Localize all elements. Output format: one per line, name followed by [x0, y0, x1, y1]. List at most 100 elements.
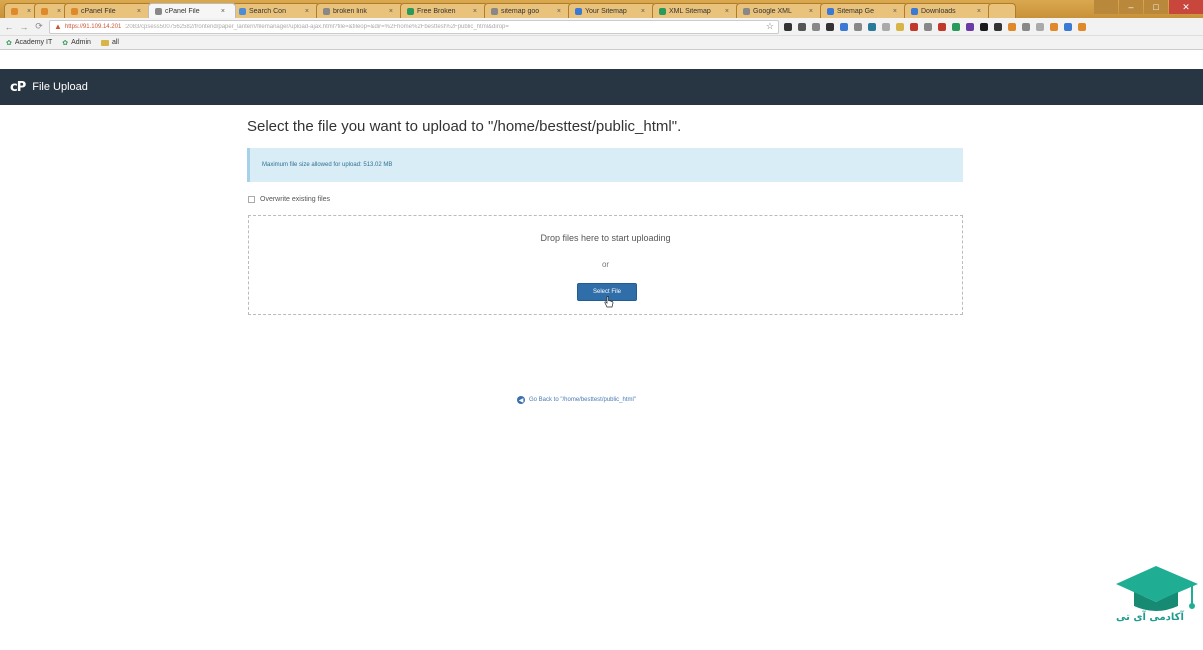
- address-bar: ← → ⟳ ▲ https://91.109.14.201 :2083/cpse…: [0, 18, 1203, 36]
- browser-tab[interactable]: XML Sitemap ×: [652, 3, 740, 18]
- tab-close-icon[interactable]: ×: [305, 8, 309, 15]
- browser-tab-strip: × × cPanel File × cPanel File × Search Con × bro…: [0, 0, 1203, 18]
- extension-icon[interactable]: [798, 22, 806, 31]
- browser-tab[interactable]: cPanel File ×: [64, 3, 152, 18]
- extension-icon[interactable]: [952, 22, 960, 31]
- tab-favicon-icon: [41, 7, 48, 15]
- tab-close-icon[interactable]: ×: [221, 8, 225, 15]
- extension-icon[interactable]: [784, 22, 792, 31]
- bookmark-admin[interactable]: ✿ Admin: [62, 39, 91, 47]
- browser-tab[interactable]: Sitemap Ge ×: [820, 3, 908, 18]
- url-input[interactable]: ▲ https://91.109.14.201 :2083/cpsess5007…: [49, 19, 779, 34]
- bookmark-academy-it[interactable]: ✿ Academy IT: [6, 39, 52, 47]
- browser-tab[interactable]: Free Broken ×: [400, 3, 488, 18]
- watermark-text: آکادمی آی تی: [1116, 612, 1184, 623]
- overwrite-label: Overwrite existing files: [260, 196, 331, 203]
- extension-icon[interactable]: [1022, 22, 1030, 31]
- forward-arrow-icon[interactable]: →: [19, 22, 29, 32]
- tab-label: cPanel File: [81, 7, 116, 15]
- close-window-button[interactable]: ✕: [1169, 0, 1203, 14]
- extension-icon[interactable]: [1064, 22, 1072, 31]
- tab-favicon-icon: [659, 7, 666, 15]
- tab-close-icon[interactable]: ×: [137, 8, 141, 15]
- tab-close-icon[interactable]: ×: [641, 8, 645, 15]
- extension-icon[interactable]: [854, 22, 862, 31]
- tab-favicon-icon: [239, 7, 246, 15]
- file-drop-zone[interactable]: Drop files here to start uploading or Se…: [248, 215, 963, 315]
- tab-close-icon[interactable]: ×: [473, 8, 477, 15]
- tab-favicon-icon: [575, 7, 582, 15]
- extension-icon[interactable]: [910, 22, 918, 31]
- extension-icon[interactable]: [840, 22, 848, 31]
- browser-tab[interactable]: ×: [34, 3, 68, 18]
- bookmark-star-icon[interactable]: ☆: [766, 21, 774, 32]
- tab-close-icon[interactable]: ×: [557, 8, 561, 15]
- reload-icon[interactable]: ⟳: [34, 21, 44, 32]
- browser-tab[interactable]: cPanel File ×: [148, 3, 236, 18]
- browser-tab[interactable]: ×: [4, 3, 38, 18]
- url-host: https://91.109.14.201: [64, 23, 122, 30]
- max-file-size-alert: Maximum file size allowed for upload: 51…: [247, 148, 963, 182]
- extension-icon[interactable]: [1036, 22, 1044, 31]
- browser-tab[interactable]: Downloads ×: [904, 3, 992, 18]
- browser-tab[interactable]: broken link ×: [316, 3, 404, 18]
- extension-icon[interactable]: [1078, 22, 1086, 31]
- extension-icon[interactable]: [812, 22, 820, 31]
- tab-close-icon[interactable]: ×: [389, 8, 393, 15]
- minimize-button[interactable]: –: [1119, 0, 1143, 14]
- extension-icon[interactable]: [826, 22, 834, 31]
- tab-label: Sitemap Ge: [837, 7, 874, 15]
- extension-icon[interactable]: [882, 22, 890, 31]
- user-profile-button[interactable]: [1094, 0, 1118, 14]
- extension-icon[interactable]: [896, 22, 904, 31]
- tab-label: Search Con: [249, 7, 286, 15]
- academy-it-logo: [1116, 566, 1198, 611]
- cpanel-logo[interactable]: cP: [10, 80, 26, 95]
- cpanel-header: cP File Upload: [0, 69, 1203, 105]
- tab-close-icon[interactable]: ×: [57, 8, 61, 15]
- tab-label: Downloads: [921, 7, 956, 15]
- tab-favicon-icon: [491, 7, 498, 15]
- leaf-icon: ✿: [6, 39, 12, 47]
- extension-icon[interactable]: [924, 22, 932, 31]
- folder-icon: [100, 39, 109, 46]
- tab-label: XML Sitemap: [669, 7, 711, 15]
- or-separator: or: [601, 260, 610, 269]
- maximize-button[interactable]: □: [1144, 0, 1168, 14]
- window-controls: – □ ✕: [1093, 0, 1203, 16]
- tab-close-icon[interactable]: ×: [809, 8, 813, 15]
- extension-icon[interactable]: [938, 22, 946, 31]
- extension-icon[interactable]: [868, 22, 876, 31]
- overwrite-checkbox[interactable]: [248, 196, 255, 203]
- extension-icon[interactable]: [1050, 22, 1058, 31]
- tab-label: broken link: [333, 7, 367, 15]
- extension-icon[interactable]: [980, 22, 988, 31]
- overwrite-option[interactable]: Overwrite existing files: [248, 196, 330, 203]
- page-header-title: File Upload: [32, 81, 88, 93]
- extension-icon[interactable]: [1008, 22, 1016, 31]
- extension-icon[interactable]: [994, 22, 1002, 31]
- tab-label: Google XML: [753, 7, 792, 15]
- bookmark-folder-all[interactable]: all: [100, 39, 119, 46]
- tab-close-icon[interactable]: ×: [27, 8, 31, 15]
- tab-close-icon[interactable]: ×: [725, 8, 729, 15]
- tab-label: cPanel File: [165, 7, 200, 15]
- tab-favicon-icon: [11, 7, 18, 15]
- tab-label: Your Sitemap: [585, 7, 627, 15]
- back-arrow-icon[interactable]: ←: [4, 22, 14, 32]
- tab-close-icon[interactable]: ×: [893, 8, 897, 15]
- arrow-left-circle-icon: ◀: [517, 396, 525, 404]
- new-tab-button[interactable]: [988, 3, 1016, 18]
- go-back-label: Go Back to "/home/besttest/public_html": [529, 397, 636, 403]
- extension-icon[interactable]: [966, 22, 974, 31]
- browser-tab[interactable]: Google XML ×: [736, 3, 824, 18]
- tab-favicon-icon: [155, 7, 162, 15]
- browser-tab[interactable]: sitemap goo ×: [484, 3, 572, 18]
- bookmark-label: all: [111, 39, 119, 46]
- insecure-warning-icon[interactable]: ▲: [54, 22, 62, 31]
- browser-tab[interactable]: Search Con ×: [232, 3, 320, 18]
- tab-favicon-icon: [323, 7, 330, 15]
- browser-tab[interactable]: Your Sitemap ×: [568, 3, 656, 18]
- tab-close-icon[interactable]: ×: [977, 8, 981, 15]
- go-back-link[interactable]: ◀ Go Back to "/home/besttest/public_html…: [517, 396, 636, 404]
